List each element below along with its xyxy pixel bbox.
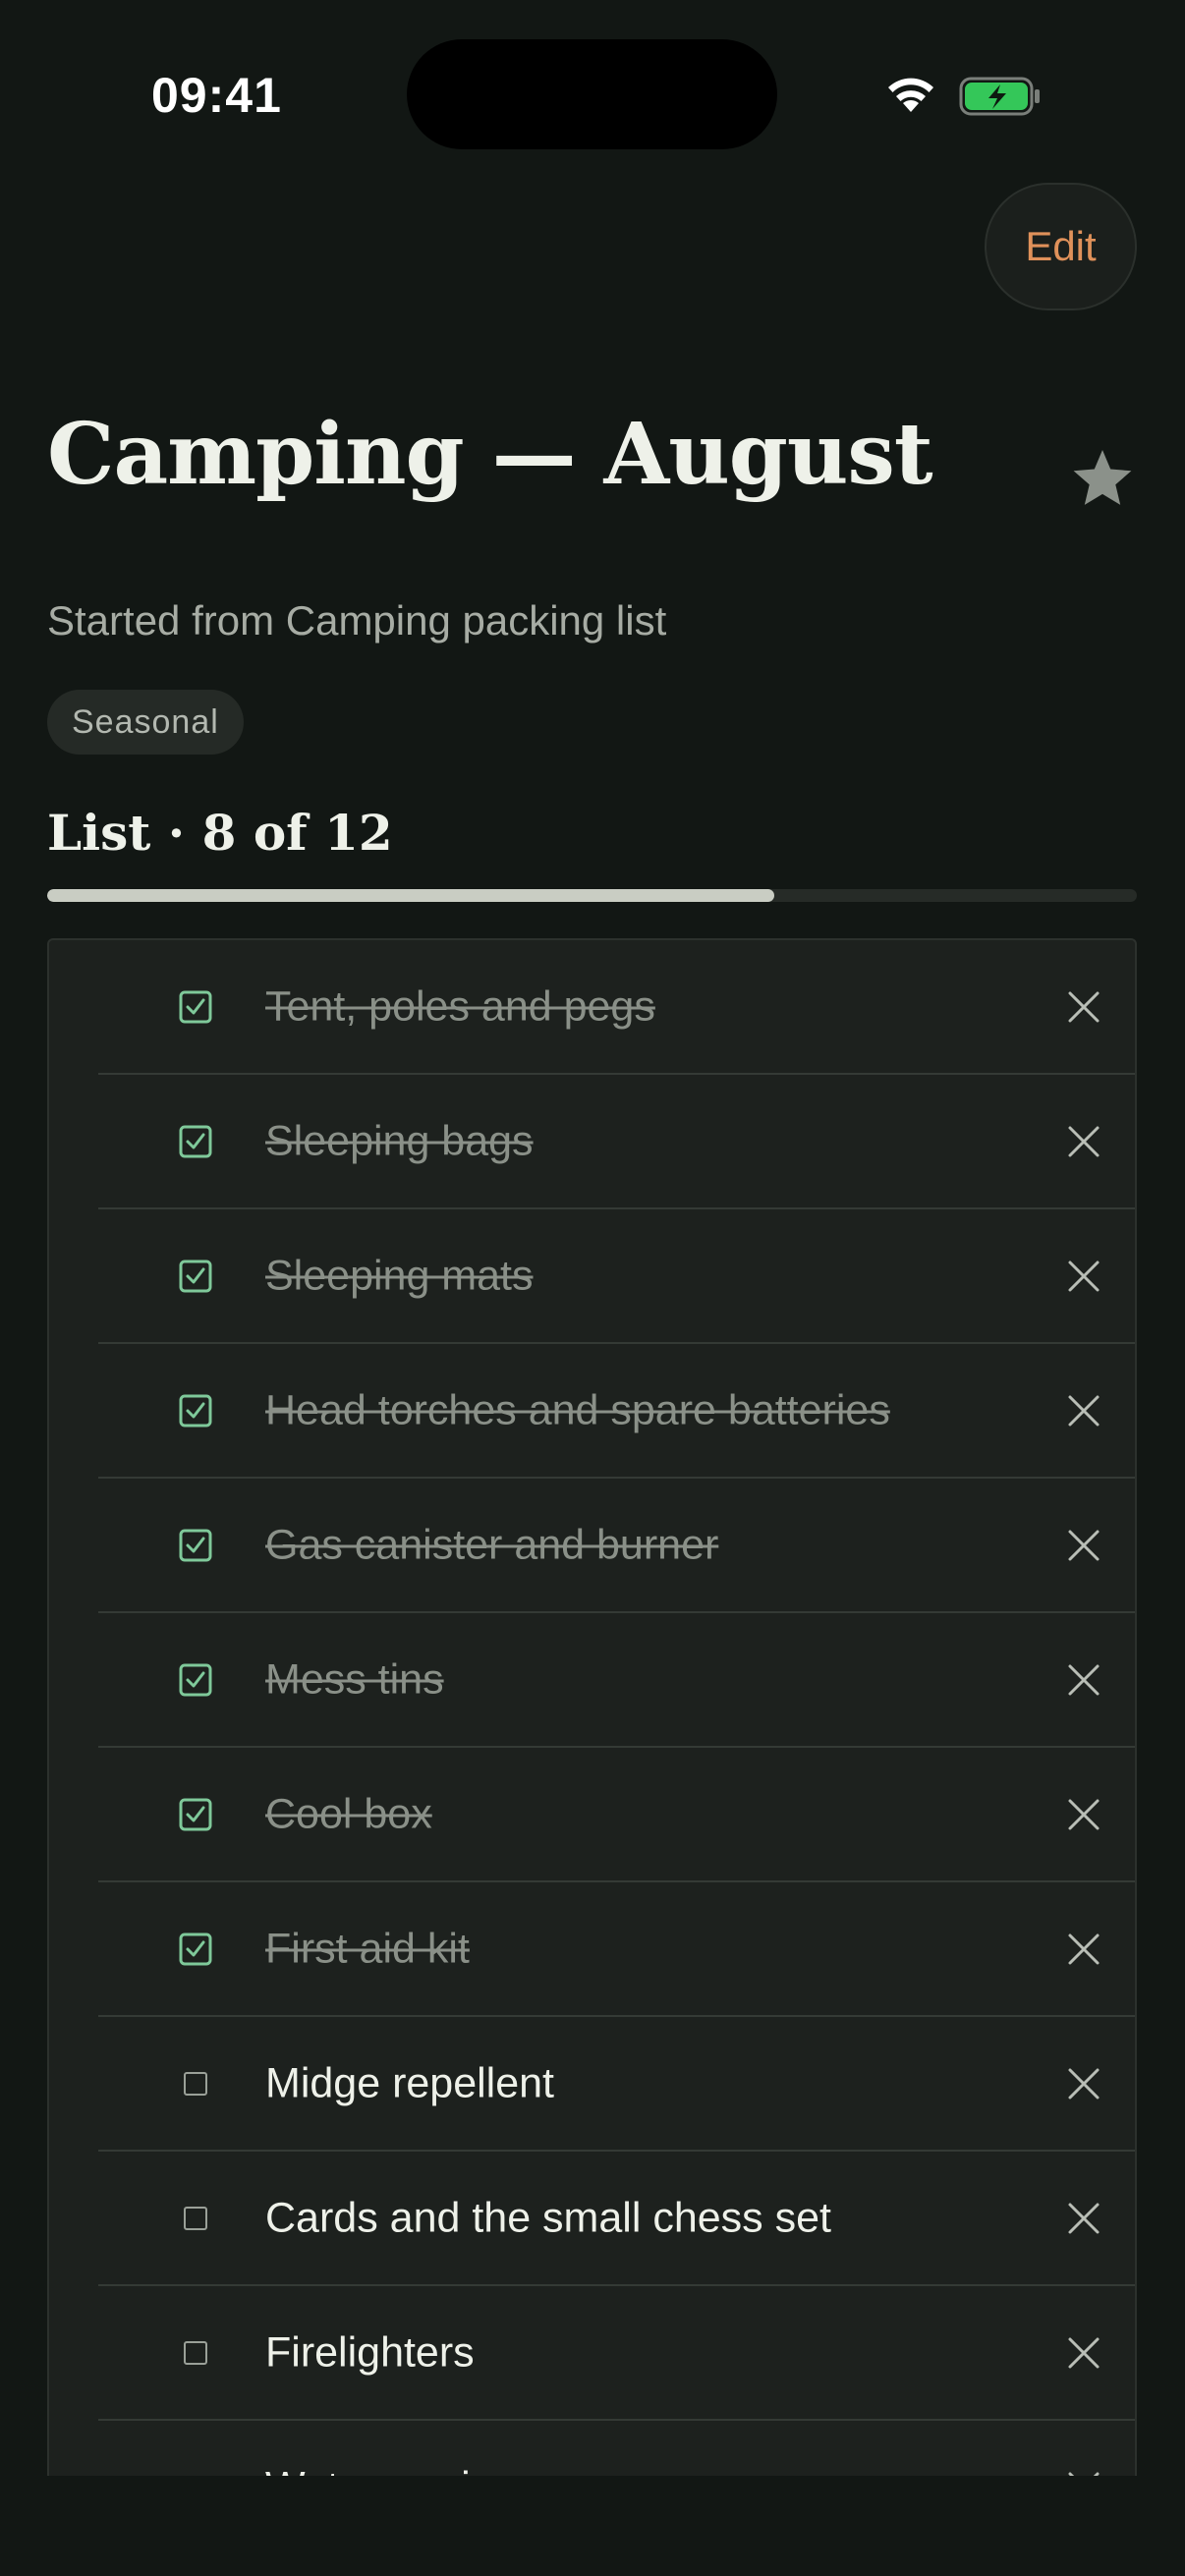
close-icon[interactable] (1066, 2335, 1101, 2371)
item-label: Tent, poles and pegs (265, 982, 655, 1030)
page-title: Camping — August (47, 405, 933, 504)
list-item[interactable]: Firelighters (98, 2286, 1135, 2421)
progress-bar (47, 889, 1137, 902)
checkbox-empty-icon[interactable] (179, 2336, 212, 2370)
checkbox-checked-icon[interactable] (179, 1125, 212, 1158)
close-icon[interactable] (1066, 1259, 1101, 1294)
close-icon[interactable] (1066, 989, 1101, 1025)
seasonal-tag[interactable]: Seasonal (47, 690, 244, 755)
checkbox-empty-icon[interactable] (179, 2471, 212, 2477)
list-item[interactable]: Midge repellent (98, 2017, 1135, 2152)
close-icon[interactable] (1066, 2470, 1101, 2477)
item-label: Mess tins (265, 1655, 444, 1703)
item-label: Cool box (265, 1790, 432, 1837)
checkbox-checked-icon[interactable] (179, 1529, 212, 1562)
list-item[interactable]: Head torches and spare batteries (98, 1344, 1135, 1479)
status-time: 09:41 (151, 68, 282, 123)
list-item[interactable]: Sleeping bags (98, 1075, 1135, 1209)
packing-list: Tent, poles and pegs Sleeping bags Sleepin… (47, 938, 1137, 2476)
progress-fill (47, 889, 774, 902)
star-icon[interactable] (1071, 448, 1134, 509)
item-label: Firelighters (265, 2328, 475, 2376)
checkbox-checked-icon[interactable] (179, 1663, 212, 1697)
list-heading: List · 8 of 12 (47, 804, 393, 862)
list-item[interactable]: Sleeping mats (98, 1209, 1135, 1344)
wifi-icon (888, 78, 933, 112)
list-item[interactable]: Gas canister and burner (98, 1479, 1135, 1613)
close-icon[interactable] (1066, 2066, 1101, 2101)
status-bar: 09:41 (0, 0, 1185, 187)
item-label: First aid kit (265, 1925, 470, 1972)
battery-icon (959, 77, 1040, 116)
list-item[interactable]: Cool box (98, 1748, 1135, 1882)
list-item[interactable]: Tent, poles and pegs (98, 940, 1135, 1075)
item-label: Water carrier (265, 2463, 508, 2476)
close-icon[interactable] (1066, 1797, 1101, 1832)
close-icon[interactable] (1066, 1932, 1101, 1967)
list-item[interactable]: First aid kit (98, 1882, 1135, 2017)
item-label: Gas canister and burner (265, 1521, 719, 1568)
checkbox-checked-icon[interactable] (179, 990, 212, 1024)
item-label: Midge repellent (265, 2059, 555, 2106)
checkbox-empty-icon[interactable] (179, 2067, 212, 2100)
close-icon[interactable] (1066, 1124, 1101, 1159)
checkbox-checked-icon[interactable] (179, 1260, 212, 1293)
checkbox-checked-icon[interactable] (179, 1394, 212, 1428)
subtitle-source-list: Started from Camping packing list (47, 597, 667, 644)
checkbox-checked-icon[interactable] (179, 1798, 212, 1831)
close-icon[interactable] (1066, 2201, 1101, 2236)
close-icon[interactable] (1066, 1393, 1101, 1428)
item-label: Head torches and spare batteries (265, 1386, 890, 1433)
dynamic-island (407, 39, 777, 149)
close-icon[interactable] (1066, 1528, 1101, 1563)
close-icon[interactable] (1066, 1662, 1101, 1698)
list-item[interactable]: Cards and the small chess set (98, 2152, 1135, 2286)
item-label: Sleeping bags (265, 1117, 534, 1164)
item-label: Cards and the small chess set (265, 2194, 831, 2241)
checkbox-checked-icon[interactable] (179, 1932, 212, 1966)
checkbox-empty-icon[interactable] (179, 2202, 212, 2235)
edit-button[interactable]: Edit (985, 183, 1137, 310)
list-item[interactable]: Mess tins (98, 1613, 1135, 1748)
item-label: Sleeping mats (265, 1252, 534, 1299)
list-item[interactable]: Water carrier (98, 2421, 1135, 2476)
